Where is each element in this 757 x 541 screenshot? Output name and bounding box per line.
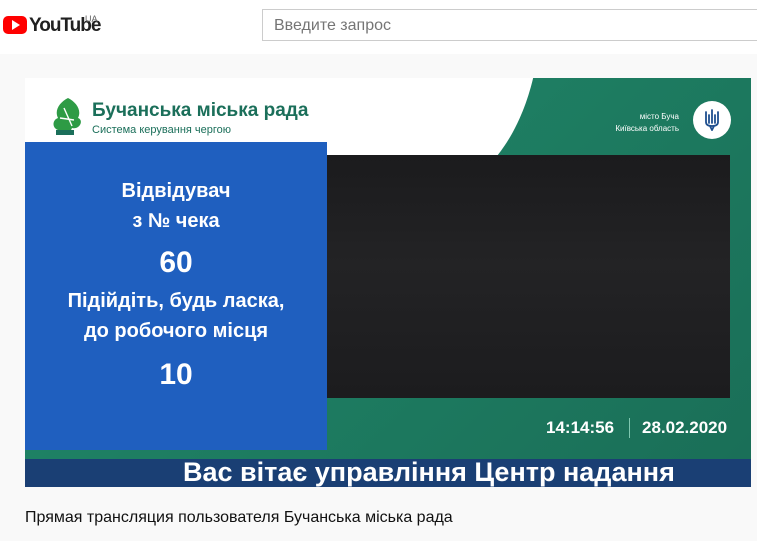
city-line-2: Київська область: [615, 124, 679, 133]
visitor-label-2: з № чека: [132, 210, 220, 232]
city-line-1: місто Буча: [639, 112, 679, 121]
queue-panel: Відвідувач з № чека 60 Підійдіть, будь л…: [25, 142, 327, 450]
org-subtitle: Система керування чергою: [92, 124, 232, 136]
clock-time: 14:14:56: [546, 418, 615, 437]
ticker-text: Вас вітає управління Центр надання: [183, 459, 675, 487]
instruction-1: Підійдіть, будь ласка,: [67, 290, 285, 312]
top-bar: YouTube UA: [0, 0, 757, 54]
camera-feed: [327, 155, 730, 398]
city-label: місто Буча Київська область: [615, 111, 679, 135]
trident-coat-of-arms-icon: [693, 101, 731, 139]
org-title: Бучанська міська рада: [92, 100, 309, 121]
ticket-number: 60: [159, 246, 193, 279]
leaf-logo-icon: [53, 98, 81, 135]
youtube-logo-icon: [3, 16, 27, 34]
youtube-logo[interactable]: YouTube UA: [3, 14, 113, 40]
ticker-bar: Вас вітає управління Центр надання: [25, 459, 751, 487]
search-input[interactable]: [272, 10, 746, 42]
video-player[interactable]: Бучанська міська рада Система керування …: [25, 78, 751, 487]
desk-number: 10: [159, 358, 193, 391]
instruction-2: до робочого місця: [83, 320, 269, 342]
clock-date: 28.02.2020: [642, 418, 728, 437]
video-caption[interactable]: Прямая трансляция пользователя Бучанська…: [25, 509, 453, 527]
search-box[interactable]: [262, 9, 757, 42]
visitor-label-1: Відвідувач: [121, 180, 231, 202]
logo-region: UA: [85, 14, 98, 24]
time-separator: [629, 418, 630, 438]
